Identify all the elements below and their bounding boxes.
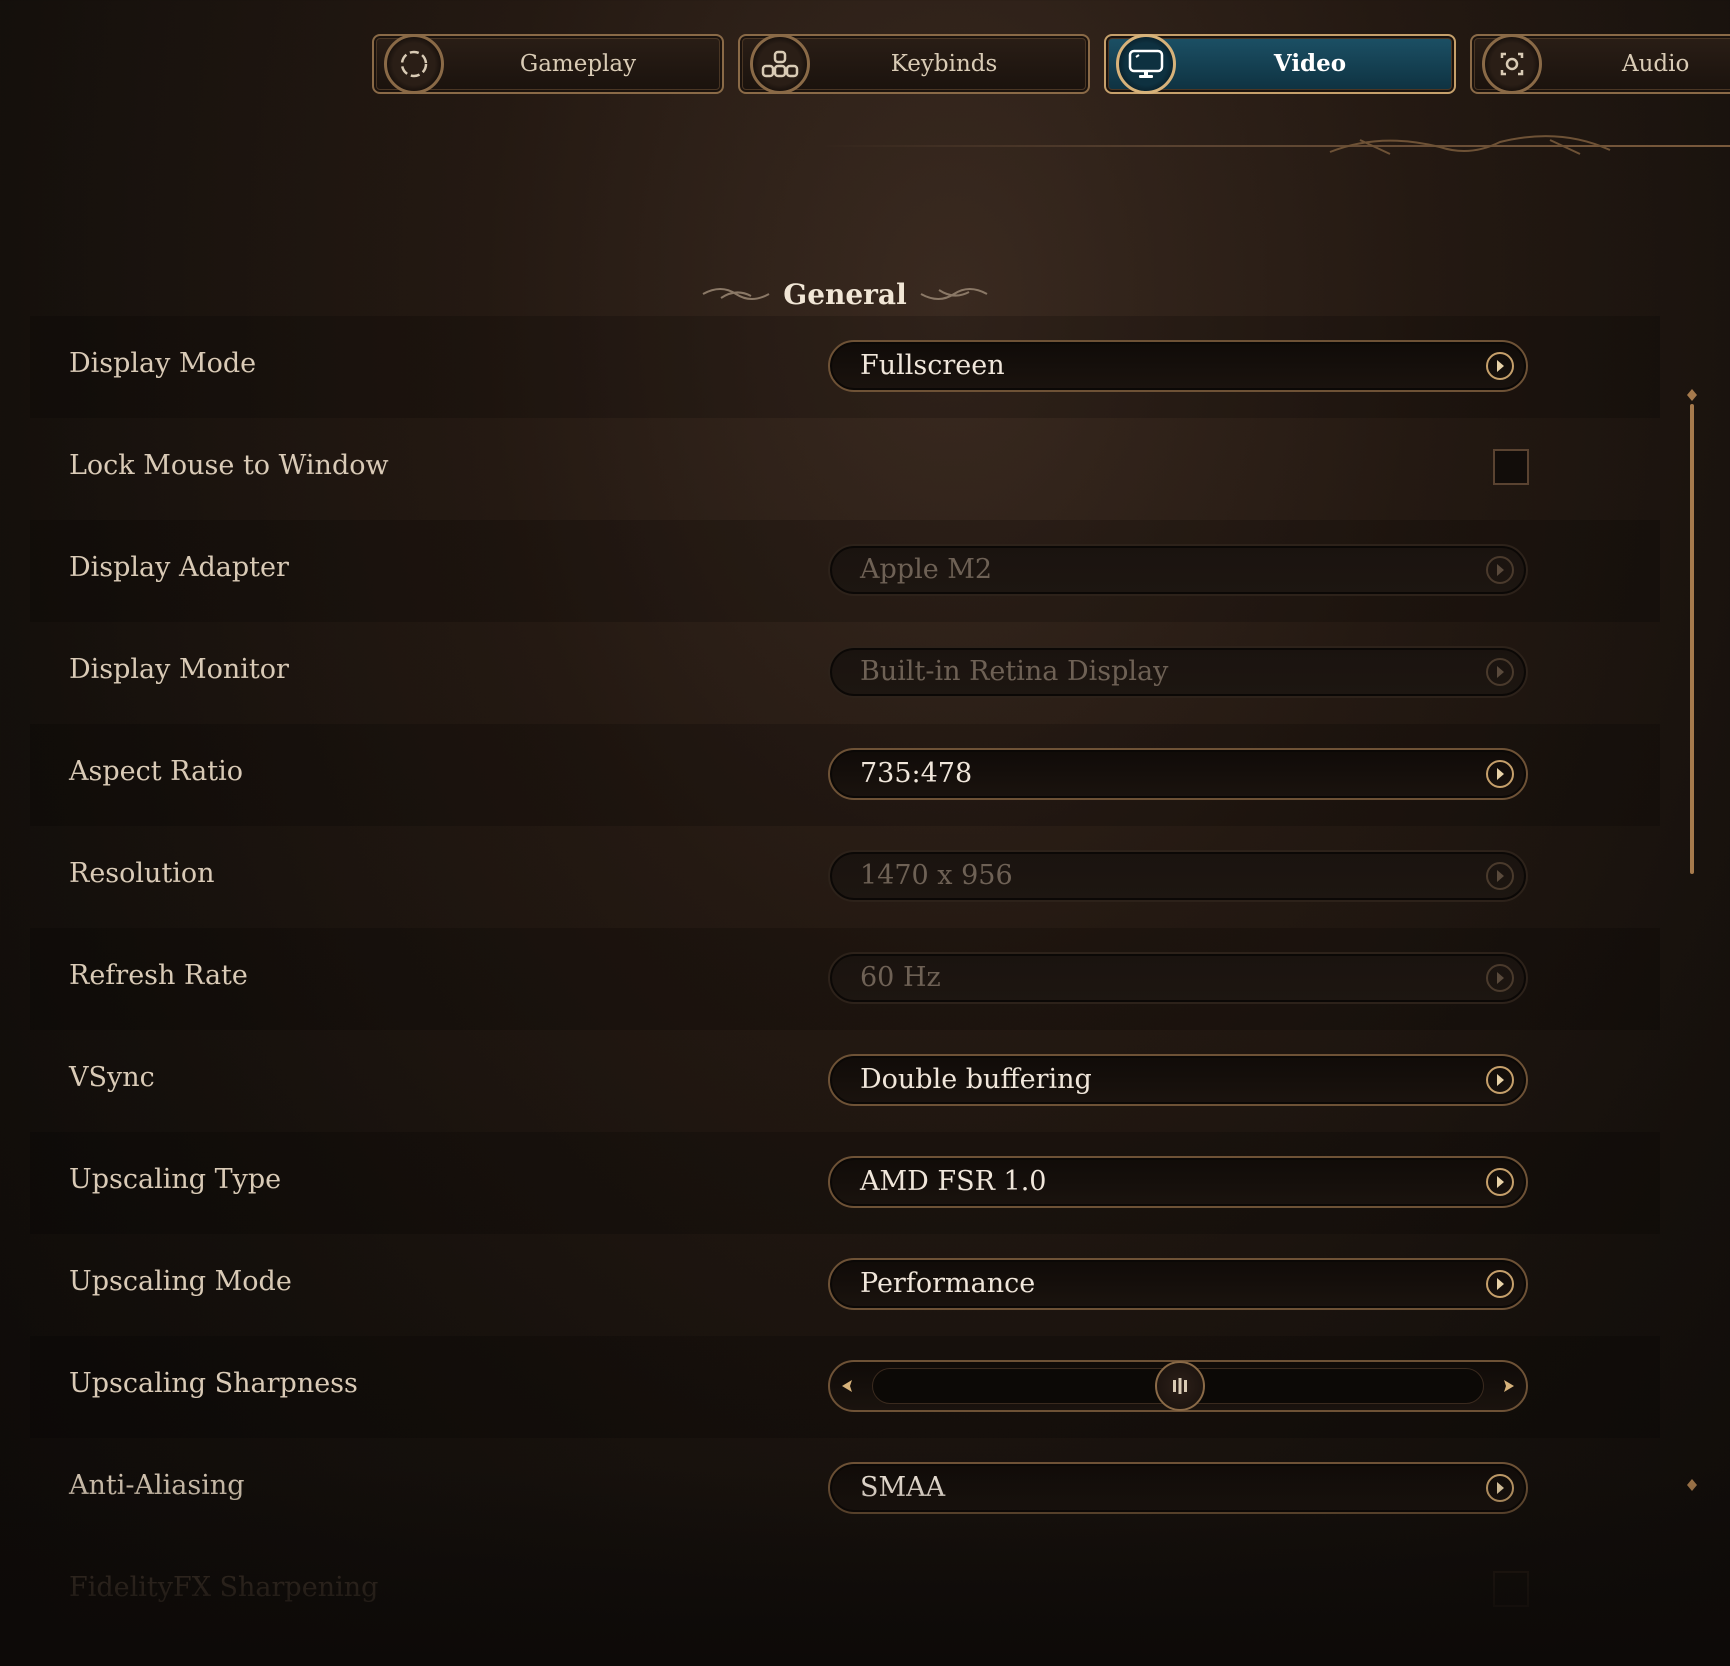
tab-gameplay[interactable]: Gameplay bbox=[372, 34, 724, 94]
display-monitor-dropdown[interactable]: Built-in Retina Display bbox=[828, 646, 1528, 698]
setting-row-upscaling-sharpness: Upscaling Sharpness bbox=[30, 1336, 1660, 1438]
refresh-rate-dropdown[interactable]: 60 Hz bbox=[828, 952, 1528, 1004]
dropdown-value: 60 Hz bbox=[860, 962, 941, 993]
chevron-right-icon bbox=[1486, 862, 1514, 890]
setting-row-resolution: Resolution 1470 x 956 bbox=[30, 826, 1660, 928]
setting-label: Display Monitor bbox=[69, 654, 289, 685]
chevron-right-icon bbox=[1486, 1168, 1514, 1196]
section-title: General bbox=[783, 277, 907, 311]
chevron-right-icon bbox=[1486, 1270, 1514, 1298]
dropdown-value: Apple M2 bbox=[860, 554, 993, 585]
scroll-cap-icon bbox=[1687, 1479, 1697, 1491]
tab-label: Video bbox=[1273, 50, 1347, 77]
setting-label: Display Mode bbox=[69, 348, 257, 379]
anti-aliasing-dropdown[interactable]: SMAA bbox=[828, 1462, 1528, 1514]
dropdown-value: 1470 x 956 bbox=[860, 860, 1013, 891]
setting-label: Lock Mouse to Window bbox=[69, 450, 389, 481]
setting-label: Display Adapter bbox=[69, 552, 289, 583]
tab-audio[interactable]: Audio bbox=[1470, 34, 1730, 94]
lock-mouse-checkbox[interactable] bbox=[1493, 449, 1529, 485]
settings-tabs: Gameplay Keybinds Video Audio bbox=[372, 34, 1730, 96]
setting-label: Upscaling Sharpness bbox=[69, 1368, 358, 1399]
upscaling-type-dropdown[interactable]: AMD FSR 1.0 bbox=[828, 1156, 1528, 1208]
setting-label: Refresh Rate bbox=[69, 960, 248, 991]
display-adapter-dropdown[interactable]: Apple M2 bbox=[828, 544, 1528, 596]
setting-row-fidelityfx-sharpening: FidelityFX Sharpening bbox=[30, 1540, 1660, 1642]
tab-label: Audio bbox=[1622, 51, 1690, 77]
setting-label: VSync bbox=[69, 1062, 155, 1093]
upscaling-sharpness-slider[interactable] bbox=[828, 1360, 1528, 1412]
scrollbar-thumb[interactable] bbox=[1690, 404, 1694, 874]
arrow-left-icon[interactable] bbox=[840, 1378, 860, 1394]
setting-label: Upscaling Mode bbox=[69, 1266, 292, 1297]
tab-video[interactable]: Video bbox=[1104, 34, 1456, 94]
dropdown-value: Fullscreen bbox=[860, 350, 1005, 381]
slider-thumb[interactable] bbox=[1155, 1361, 1205, 1411]
chevron-right-icon bbox=[1486, 352, 1514, 380]
arrow-right-icon[interactable] bbox=[1496, 1378, 1516, 1394]
fidelityfx-sharpening-checkbox[interactable] bbox=[1493, 1571, 1529, 1607]
chevron-right-icon bbox=[1486, 658, 1514, 686]
slider-grip-icon bbox=[1173, 1378, 1187, 1394]
scrollbar[interactable] bbox=[1687, 388, 1697, 1500]
dropdown-value: 735:478 bbox=[860, 758, 973, 789]
setting-row-lock-mouse: Lock Mouse to Window bbox=[30, 418, 1660, 520]
chevron-right-icon bbox=[1486, 760, 1514, 788]
chevron-right-icon bbox=[1486, 556, 1514, 584]
tab-label: Keybinds bbox=[890, 51, 998, 77]
section-header: General bbox=[700, 272, 990, 316]
chevron-right-icon bbox=[1486, 1066, 1514, 1094]
dropdown-value: AMD FSR 1.0 bbox=[860, 1166, 1047, 1197]
setting-row-vsync: VSync Double buffering bbox=[30, 1030, 1660, 1132]
dropdown-value: SMAA bbox=[860, 1472, 946, 1503]
aspect-ratio-dropdown[interactable]: 735:478 bbox=[828, 748, 1528, 800]
ornament-right-icon bbox=[920, 288, 988, 300]
display-mode-dropdown[interactable]: Fullscreen bbox=[828, 340, 1528, 392]
setting-row-display-adapter: Display Adapter Apple M2 bbox=[30, 520, 1660, 622]
tab-label: Gameplay bbox=[519, 51, 637, 77]
monitor-icon bbox=[1116, 34, 1176, 94]
setting-row-upscaling-type: Upscaling Type AMD FSR 1.0 bbox=[30, 1132, 1660, 1234]
scroll-cap-icon bbox=[1687, 389, 1697, 401]
setting-label: FidelityFX Sharpening bbox=[69, 1572, 379, 1603]
chevron-right-icon bbox=[1486, 964, 1514, 992]
setting-label: Anti-Aliasing bbox=[69, 1470, 245, 1501]
flourish-ornament bbox=[1329, 135, 1611, 155]
setting-row-display-monitor: Display Monitor Built-in Retina Display bbox=[30, 622, 1660, 724]
chevron-right-icon bbox=[1486, 1474, 1514, 1502]
setting-label: Resolution bbox=[69, 858, 215, 889]
setting-row-anti-aliasing: Anti-Aliasing SMAA bbox=[30, 1438, 1660, 1540]
dropdown-value: Built-in Retina Display bbox=[860, 656, 1169, 687]
keybinds-icon bbox=[750, 34, 810, 94]
setting-row-upscaling-mode: Upscaling Mode Performance bbox=[30, 1234, 1660, 1336]
setting-label: Aspect Ratio bbox=[69, 756, 243, 787]
setting-label: Upscaling Type bbox=[69, 1164, 282, 1195]
ornament-left-icon bbox=[702, 288, 770, 300]
resolution-dropdown[interactable]: 1470 x 956 bbox=[828, 850, 1528, 902]
dropdown-value: Performance bbox=[860, 1268, 1036, 1299]
audio-icon bbox=[1482, 34, 1542, 94]
upscaling-mode-dropdown[interactable]: Performance bbox=[828, 1258, 1528, 1310]
setting-row-display-mode: Display Mode Fullscreen bbox=[30, 316, 1660, 418]
gameplay-icon bbox=[384, 34, 444, 94]
settings-list: Display Mode Fullscreen Lock Mouse to Wi… bbox=[30, 316, 1660, 1642]
vsync-dropdown[interactable]: Double buffering bbox=[828, 1054, 1528, 1106]
setting-row-aspect-ratio: Aspect Ratio 735:478 bbox=[30, 724, 1660, 826]
tab-keybinds[interactable]: Keybinds bbox=[738, 34, 1090, 94]
setting-row-refresh-rate: Refresh Rate 60 Hz bbox=[30, 928, 1660, 1030]
dropdown-value: Double buffering bbox=[860, 1064, 1092, 1095]
